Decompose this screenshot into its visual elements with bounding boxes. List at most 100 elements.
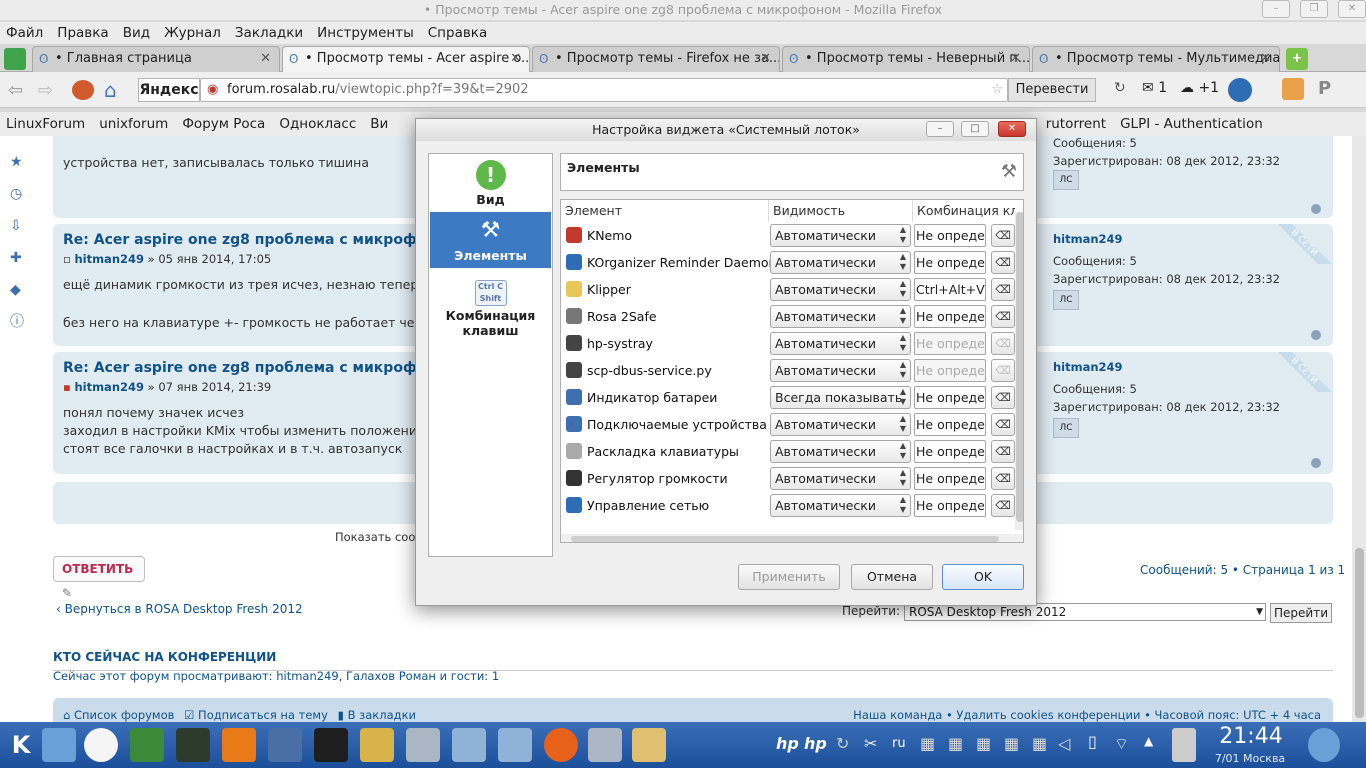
clear-shortcut-icon[interactable]: ⌫: [991, 413, 1015, 436]
element-row[interactable]: KOrganizer Reminder Daemon Автоматически ▲…: [561, 249, 1015, 276]
history-icon[interactable]: ◷: [10, 178, 26, 210]
dialog-maximize-button[interactable]: □: [961, 121, 989, 137]
back-icon[interactable]: ⇦: [8, 80, 23, 101]
post-title[interactable]: Re: Acer aspire one zg8 проблема с микро…: [63, 232, 446, 248]
column-header-visibility[interactable]: Видимость: [769, 200, 913, 222]
tab-topic-firefox[interactable]: ʘ • Просмотр темы - Firefox не за... ✕: [532, 46, 780, 72]
goto-button[interactable]: Перейти: [1270, 603, 1332, 623]
reload-icon[interactable]: ↻: [1114, 80, 1126, 96]
tab-topic-multimedia[interactable]: ʘ • Просмотр темы - Мультимедиа ✕: [1032, 46, 1280, 72]
menu-help[interactable]: Справка: [428, 22, 487, 44]
close-button[interactable]: ✕: [1338, 0, 1366, 18]
shortcut-field[interactable]: Ctrl+Alt+V: [914, 278, 986, 301]
network-icon[interactable]: ▦: [1032, 734, 1047, 753]
scissors-icon[interactable]: ✂: [864, 734, 877, 753]
forward-icon[interactable]: ⇨: [38, 80, 53, 101]
network-tool-icon[interactable]: [360, 728, 394, 762]
info-icon[interactable]: ⓘ: [10, 306, 26, 338]
system-monitor-icon[interactable]: [176, 728, 210, 762]
shortcut-field[interactable]: Не опреде.: [914, 413, 986, 436]
shortcut-field[interactable]: Не опреде.: [914, 332, 986, 355]
close-icon[interactable]: ✕: [760, 47, 771, 71]
clear-shortcut-icon[interactable]: ⌫: [991, 386, 1015, 409]
close-icon[interactable]: ✕: [1010, 47, 1021, 71]
tab-topic-wrong[interactable]: ʘ • Просмотр темы - Неверный п... ✕: [782, 46, 1030, 72]
firefox-icon[interactable]: [544, 728, 578, 762]
file-manager-icon[interactable]: [42, 728, 76, 762]
minimize-button[interactable]: –: [1262, 0, 1290, 18]
post-author[interactable]: hitman249: [74, 380, 144, 394]
category-elements[interactable]: ⚒ Элементы: [430, 212, 551, 268]
network-icon[interactable]: ▦: [976, 734, 991, 753]
table-vertical-scrollbar[interactable]: [1015, 212, 1023, 530]
addon-icon[interactable]: [1282, 78, 1304, 100]
home-icon[interactable]: ⌂: [104, 78, 117, 102]
shortcut-field[interactable]: Не опреде.: [914, 224, 986, 247]
bookmark-rosa-forum[interactable]: Форум Роса: [182, 112, 265, 136]
battery-icon[interactable]: ▯: [1088, 732, 1097, 751]
kde-menu-icon[interactable]: K: [4, 728, 38, 762]
bookmark-unixforum[interactable]: unixforum: [99, 112, 168, 136]
vlc-icon[interactable]: [222, 728, 256, 762]
close-icon[interactable]: ✕: [1260, 47, 1271, 71]
settings-icon[interactable]: [406, 728, 440, 762]
addon-icon[interactable]: [1228, 78, 1252, 102]
dashboard-icon[interactable]: [1308, 728, 1340, 762]
apply-button[interactable]: Применить: [738, 564, 840, 590]
url-bar[interactable]: ◉ forum.rosalab.ru/viewtopic.php?f=39&t=…: [200, 78, 1008, 102]
reply-button[interactable]: ОТВЕТИТЬ ✎: [53, 556, 145, 600]
network-icon[interactable]: ▦: [920, 734, 935, 753]
new-tab-icon[interactable]: +: [1286, 48, 1308, 70]
bookmark-star-icon[interactable]: ☆: [991, 79, 1003, 101]
hp-tray-icon[interactable]: hp: [776, 734, 799, 753]
shortcut-field[interactable]: Не опреде.: [914, 440, 986, 463]
app-tab-icon[interactable]: [4, 48, 26, 70]
notes-icon[interactable]: [632, 728, 666, 762]
addon-icon[interactable]: ✚: [10, 242, 26, 274]
network-icon[interactable]: ▦: [948, 734, 963, 753]
hp-tray-icon[interactable]: hp: [804, 734, 827, 753]
trash-icon[interactable]: [1172, 728, 1196, 762]
bookmark-link[interactable]: В закладки: [348, 708, 416, 722]
shortcut-field[interactable]: Не опреде.: [914, 494, 986, 517]
footer-links-right[interactable]: Наша команда • Удалить cookies конференц…: [853, 708, 1321, 722]
speed-dial-icon[interactable]: [72, 80, 94, 100]
cancel-button[interactable]: Отмена: [851, 564, 933, 590]
category-shortcuts[interactable]: Ctrl C Shift Комбинация клавиш: [430, 276, 551, 342]
menu-edit[interactable]: Правка: [57, 22, 108, 44]
visibility-select[interactable]: Автоматически ▲ ▼: [770, 278, 911, 301]
window-icon[interactable]: [452, 728, 486, 762]
post-author[interactable]: hitman249: [74, 252, 144, 266]
scroll-top-icon[interactable]: [1311, 204, 1321, 214]
bookmark-icon[interactable]: ★: [10, 146, 26, 178]
translate-button[interactable]: Перевести: [1008, 78, 1096, 102]
activity-monitor-icon[interactable]: [268, 728, 302, 762]
clock-time[interactable]: 21:44: [1216, 724, 1286, 749]
back-to-forum-link[interactable]: ‹ Вернуться в ROSA Desktop Fresh 2012: [56, 602, 303, 616]
menu-bookmarks[interactable]: Закладки: [235, 22, 303, 44]
scroll-top-icon[interactable]: [1311, 458, 1321, 468]
shortcut-field[interactable]: Не опреде.: [914, 251, 986, 274]
wifi-icon[interactable]: ⌔: [1114, 734, 1129, 754]
scrollbar-thumb[interactable]: [1016, 212, 1023, 522]
site-identity-icon[interactable]: ◉: [207, 79, 218, 101]
sync-icon[interactable]: ↻: [836, 734, 849, 753]
element-row[interactable]: Подключаемые устройства Автоматически ▲ ▼ Не…: [561, 411, 1015, 438]
bookmark-odnoklassniki[interactable]: Однокласс: [279, 112, 356, 136]
bookmark-vk[interactable]: Ви: [370, 112, 388, 136]
column-header-element[interactable]: Элемент: [561, 200, 769, 222]
category-view[interactable]: ! Вид: [430, 156, 551, 210]
network-icon[interactable]: ▦: [1004, 734, 1019, 753]
element-row[interactable]: Раскладка клавиатуры Автоматически ▲ ▼ Не оп…: [561, 438, 1015, 465]
author-link[interactable]: hitman249: [1053, 360, 1123, 374]
weather-widget[interactable]: ☁ +1: [1180, 80, 1219, 96]
visibility-select[interactable]: Автоматически ▲ ▼: [770, 494, 911, 517]
menu-tools[interactable]: Инструменты: [317, 22, 414, 44]
maximize-button[interactable]: ❐: [1300, 0, 1328, 18]
forum-list-link[interactable]: Список форумов: [74, 708, 174, 722]
shortcut-field[interactable]: Не опреде.: [914, 359, 986, 382]
visibility-select[interactable]: Автоматически ▲ ▼: [770, 332, 911, 355]
pm-button[interactable]: ЛС: [1053, 290, 1079, 310]
bookmark-rutorrent[interactable]: rutorrent: [1046, 112, 1106, 136]
visibility-select[interactable]: Автоматически ▲ ▼: [770, 413, 911, 436]
